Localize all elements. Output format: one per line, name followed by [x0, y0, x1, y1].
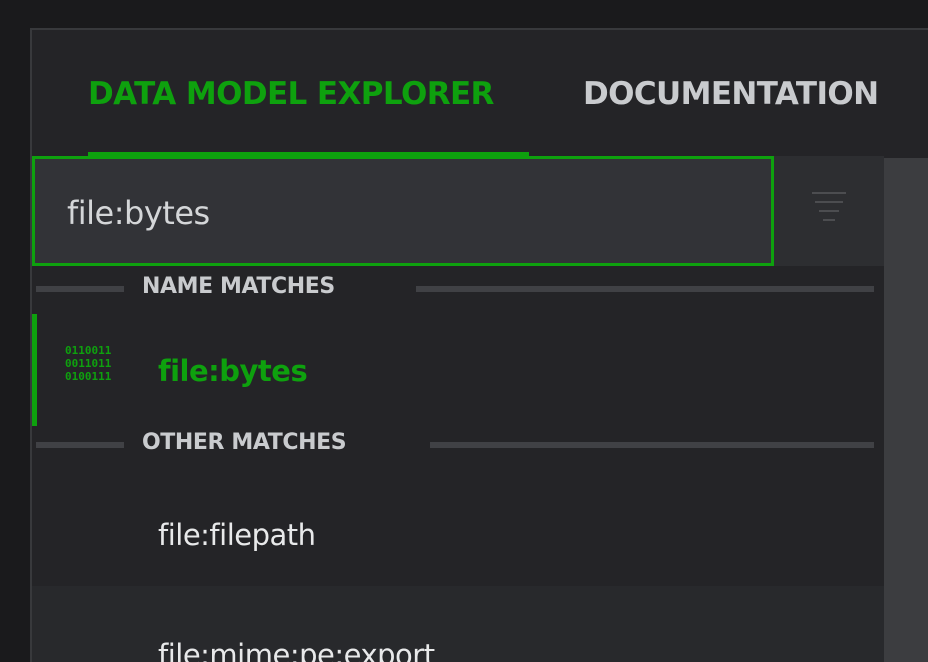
result-label: file:bytes: [158, 354, 308, 388]
filter-icon-line: [819, 210, 839, 212]
section-label: OTHER MATCHES: [142, 430, 347, 455]
result-item-file-filepath[interactable]: file:filepath: [32, 466, 884, 578]
filter-icon-line: [823, 219, 835, 221]
search-box[interactable]: [32, 156, 774, 266]
binary-icon-line: 0110011: [65, 344, 112, 357]
results-list: NAME MATCHES 0110011 0011011 0100111 fil…: [32, 266, 884, 662]
section-label: NAME MATCHES: [142, 274, 335, 299]
section-divider: [430, 442, 874, 448]
section-header-other-matches: OTHER MATCHES: [32, 426, 884, 464]
filter-button[interactable]: [774, 156, 884, 266]
result-label: file:mime:pe:export: [158, 638, 435, 662]
tab-documentation[interactable]: DOCUMENTATION: [583, 76, 879, 156]
binary-icon-line: 0011011: [65, 357, 112, 370]
result-item-file-bytes[interactable]: 0110011 0011011 0100111 file:bytes: [32, 314, 884, 426]
tab-data-model-explorer[interactable]: DATA MODEL EXPLORER: [88, 76, 494, 156]
result-label: file:filepath: [158, 518, 316, 552]
binary-icon: 0110011 0011011 0100111: [65, 344, 135, 383]
section-divider: [36, 286, 124, 292]
search-input[interactable]: [67, 189, 667, 237]
filter-icon: [812, 192, 846, 194]
explorer-window: DATA MODEL EXPLORER DOCUMENTATION NAME M…: [30, 28, 928, 662]
tab-bar: DATA MODEL EXPLORER DOCUMENTATION: [32, 30, 928, 158]
filter-icon-line: [815, 201, 843, 203]
side-panel: [884, 158, 928, 662]
binary-icon-line: 0100111: [65, 370, 112, 383]
section-divider: [36, 442, 124, 448]
section-header-name-matches: NAME MATCHES: [32, 270, 884, 308]
section-divider: [416, 286, 874, 292]
result-item-file-mime-pe-export[interactable]: file:mime:pe:export: [32, 586, 884, 662]
